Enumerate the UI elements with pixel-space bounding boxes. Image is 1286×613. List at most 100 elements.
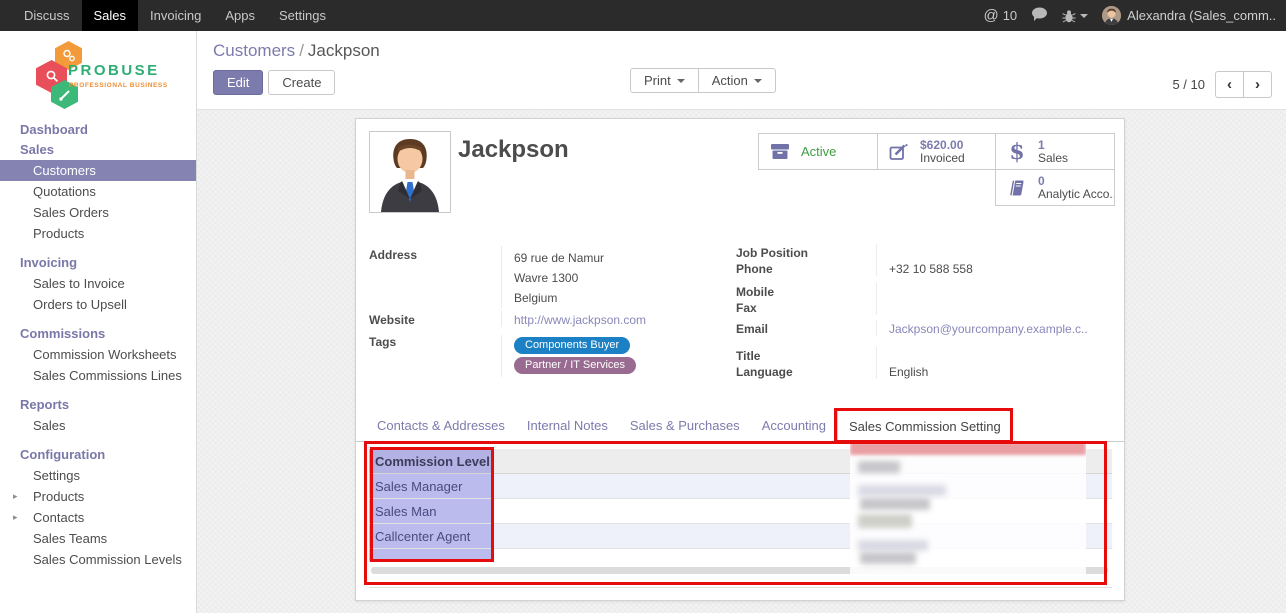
- breadcrumb-separator: /: [295, 41, 308, 60]
- action-label: Action: [712, 73, 748, 88]
- sales-stat-button[interactable]: $ 1 Sales: [995, 133, 1115, 170]
- stat-buttons: Active $620.00 Invoiced $: [758, 133, 1115, 205]
- notebook-tabs: Contacts & Addresses Internal Notes Sale…: [356, 409, 1124, 442]
- sidebar-item-sales-to-invoice[interactable]: Sales to Invoice: [0, 273, 196, 294]
- partner-name: Jackpson: [458, 136, 569, 164]
- field-group-left: Address 69 rue de Namur Wavre 1300 Belgi…: [369, 246, 731, 377]
- mention-icon: @: [983, 7, 998, 24]
- fax-value[interactable]: [876, 299, 1114, 315]
- menu-apps[interactable]: Apps: [213, 0, 267, 31]
- sheet-divider: [369, 587, 1112, 588]
- commission-level-cell[interactable]: Sales Man: [369, 499, 491, 523]
- partner-photo[interactable]: [369, 131, 451, 213]
- commission-level-cell: [369, 549, 491, 561]
- sales-count: 1: [1038, 139, 1068, 152]
- job-position-value[interactable]: [876, 244, 1114, 260]
- sidebar-item-sales-teams[interactable]: Sales Teams: [0, 528, 196, 549]
- sidebar-item-config-contacts[interactable]: ▸ Contacts: [0, 507, 196, 528]
- mobile-value[interactable]: [876, 283, 1114, 299]
- sidebar-heading-sales[interactable]: Sales: [0, 140, 196, 160]
- sidebar-item-products[interactable]: Products: [0, 223, 196, 244]
- action-button[interactable]: Action: [698, 68, 776, 93]
- website-label: Website: [369, 311, 501, 327]
- tab-internal-notes[interactable]: Internal Notes: [516, 409, 619, 441]
- analytic-accounts-stat-button[interactable]: 0 Analytic Acco...: [995, 169, 1115, 206]
- breadcrumb-current: Jackpson: [308, 41, 380, 60]
- phone-label: Phone: [736, 260, 876, 276]
- user-menu[interactable]: Alexandra (Sales_comm..: [1102, 6, 1276, 25]
- tab-accounting[interactable]: Accounting: [751, 409, 837, 441]
- pager-previous-button[interactable]: ‹: [1215, 71, 1244, 98]
- breadcrumb-customers-link[interactable]: Customers: [213, 41, 295, 60]
- tags-field[interactable]: Components Buyer Partner / IT Services: [501, 335, 731, 377]
- address-city: Wavre 1300: [514, 268, 731, 288]
- sidebar-item-reports-sales[interactable]: Sales: [0, 415, 196, 436]
- sidebar-heading-configuration[interactable]: Configuration: [0, 436, 196, 465]
- menu-discuss[interactable]: Discuss: [12, 0, 82, 31]
- title-label: Title: [736, 347, 876, 363]
- sidebar-item-sales-commissions-lines[interactable]: Sales Commissions Lines: [0, 365, 196, 386]
- sidebar-heading-dashboard[interactable]: Dashboard: [0, 111, 196, 140]
- sidebar-item-settings[interactable]: Settings: [0, 465, 196, 486]
- menu-sales[interactable]: Sales: [82, 0, 139, 31]
- sidebar-item-quotations[interactable]: Quotations: [0, 181, 196, 202]
- sidebar-item-config-products[interactable]: ▸ Products: [0, 486, 196, 507]
- sidebar-heading-invoicing[interactable]: Invoicing: [0, 244, 196, 273]
- logo-title: PROBUSE: [68, 62, 160, 79]
- mention-count: 10: [1003, 8, 1017, 23]
- edit-pencil-icon: [887, 143, 911, 161]
- sidebar-heading-reports[interactable]: Reports: [0, 386, 196, 415]
- customer-form-sheet: Jackpson Active $620.00: [355, 118, 1125, 601]
- commission-level-cell[interactable]: Sales Manager: [369, 474, 491, 498]
- messages-icon[interactable]: [1031, 7, 1048, 25]
- debug-caret-icon: [1080, 14, 1088, 18]
- print-caret-icon: [677, 79, 685, 83]
- invoiced-stat-button[interactable]: $620.00 Invoiced: [877, 133, 997, 170]
- website-link[interactable]: http://www.jackpson.com: [514, 313, 646, 327]
- tab-contacts-addresses[interactable]: Contacts & Addresses: [366, 409, 516, 441]
- sidebar-heading-commissions[interactable]: Commissions: [0, 315, 196, 344]
- sales-label: Sales: [1038, 152, 1068, 165]
- mentions-counter[interactable]: @ 10: [983, 7, 1017, 24]
- user-name: Alexandra (Sales_comm..: [1127, 8, 1276, 23]
- sidebar-item-commission-worksheets[interactable]: Commission Worksheets: [0, 344, 196, 365]
- create-button[interactable]: Create: [268, 70, 335, 95]
- commission-level-header[interactable]: Commission Level: [369, 449, 491, 473]
- sidebar-item-label: Contacts: [33, 510, 84, 525]
- email-link[interactable]: Jackpson@yourcompany.example.c..: [889, 322, 1088, 336]
- dollar-icon: $: [1005, 139, 1029, 165]
- sidebar: PROBUSE PROFESSIONAL BUSINESS Dashboard …: [0, 31, 197, 613]
- menu-invoicing[interactable]: Invoicing: [138, 0, 213, 31]
- language-value[interactable]: English: [876, 363, 1114, 379]
- probuse-logo: PROBUSE PROFESSIONAL BUSINESS: [36, 41, 176, 107]
- form-canvas: Jackpson Active $620.00: [197, 110, 1286, 613]
- tab-sales-commission-setting[interactable]: Sales Commission Setting: [837, 409, 1013, 442]
- sidebar-item-sales-orders[interactable]: Sales Orders: [0, 202, 196, 223]
- address-value[interactable]: 69 rue de Namur Wavre 1300 Belgium: [501, 246, 731, 308]
- tag-partner-it-services[interactable]: Partner / IT Services: [514, 357, 636, 374]
- sidebar-item-customers[interactable]: Customers: [0, 160, 196, 181]
- email-label: Email: [736, 320, 876, 336]
- pager-count: 5 / 10: [1172, 77, 1205, 92]
- topbar-menus: Discuss Sales Invoicing Apps Settings: [0, 0, 338, 31]
- debug-icon[interactable]: [1062, 9, 1088, 23]
- title-value[interactable]: [876, 347, 1114, 363]
- active-stat-button[interactable]: Active: [758, 133, 878, 170]
- print-button[interactable]: Print: [630, 68, 699, 93]
- print-label: Print: [644, 73, 671, 88]
- invoiced-amount: $620.00: [920, 139, 965, 152]
- edit-button[interactable]: Edit: [213, 70, 263, 95]
- sidebar-item-orders-to-upsell[interactable]: Orders to Upsell: [0, 294, 196, 315]
- tab-sales-purchases[interactable]: Sales & Purchases: [619, 409, 751, 441]
- tag-components-buyer[interactable]: Components Buyer: [514, 337, 630, 354]
- commission-level-cell[interactable]: Callcenter Agent: [369, 524, 491, 548]
- phone-value[interactable]: +32 10 588 558: [876, 260, 1114, 276]
- logo-subtitle: PROFESSIONAL BUSINESS: [69, 82, 168, 89]
- pager-next-button[interactable]: ›: [1243, 71, 1272, 98]
- menu-settings[interactable]: Settings: [267, 0, 338, 31]
- analytic-count: 0: [1038, 175, 1114, 188]
- sidebar-item-sales-commission-levels[interactable]: Sales Commission Levels: [0, 549, 196, 570]
- book-icon: [1005, 179, 1029, 197]
- fax-label: Fax: [736, 299, 876, 315]
- address-label: Address: [369, 246, 501, 308]
